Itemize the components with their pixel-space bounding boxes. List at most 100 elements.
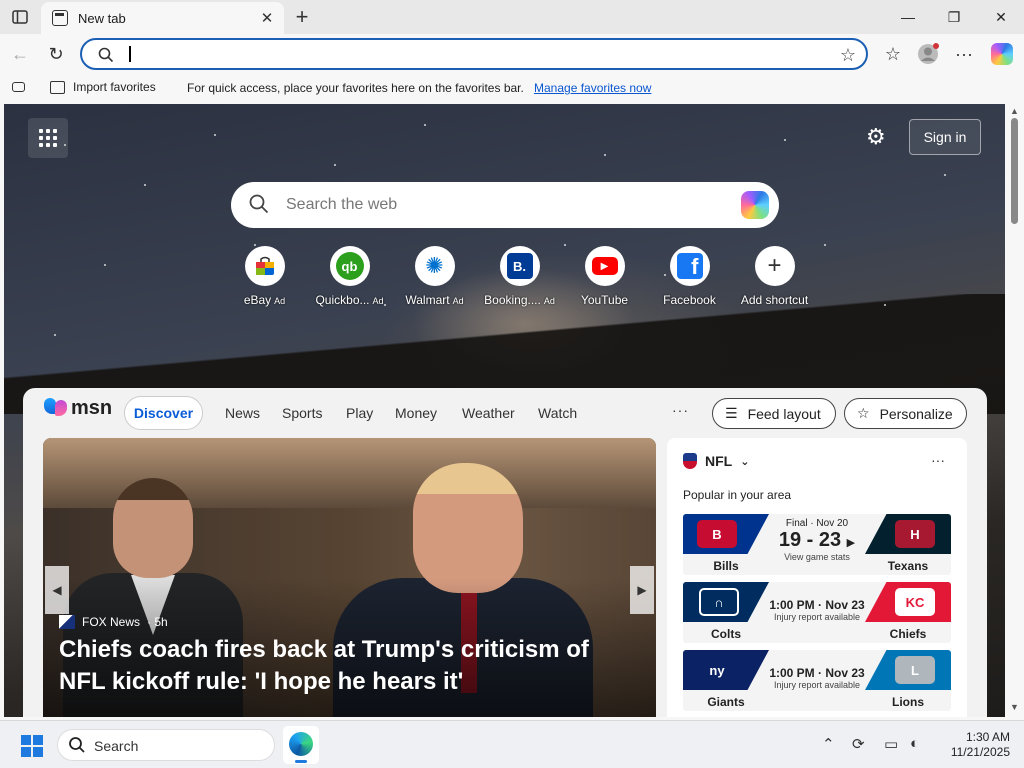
more-tabs-button[interactable]: ··· xyxy=(672,402,689,418)
carousel-prev-button[interactable]: ◀ xyxy=(45,566,69,614)
team-name: Giants xyxy=(707,695,745,709)
msn-logo[interactable]: msn xyxy=(44,397,112,420)
nfl-selector[interactable]: NFL ⌄ xyxy=(683,453,749,469)
carousel-next-button[interactable]: ▶ xyxy=(630,566,654,614)
clock-date: 11/21/2025 xyxy=(950,745,1010,759)
restore-button[interactable]: ❐ xyxy=(931,0,977,34)
fox-news-logo-icon xyxy=(59,615,75,629)
tab-money[interactable]: Money xyxy=(395,405,437,421)
newtab-favicon-icon xyxy=(52,10,68,26)
sign-in-button[interactable]: Sign in xyxy=(909,119,981,155)
youtube-icon: ▶ xyxy=(584,246,625,286)
shortcut-label: Booking.... Ad xyxy=(484,293,555,307)
add-favorite-star-icon[interactable]: ☆ xyxy=(840,45,856,66)
sync-icon[interactable]: ⟳ xyxy=(852,735,865,753)
walmart-icon: ✺ xyxy=(414,246,455,286)
search-icon xyxy=(249,194,269,219)
address-bar[interactable]: ☆ xyxy=(80,38,868,70)
search-icon xyxy=(68,736,86,759)
tab-discover[interactable]: Discover xyxy=(124,396,203,430)
web-search-box[interactable]: Search the web xyxy=(231,182,779,228)
tab-weather[interactable]: Weather xyxy=(462,405,515,421)
shortcut-facebook[interactable]: f Facebook xyxy=(647,246,732,307)
tab-close-icon[interactable]: ✕ xyxy=(256,7,278,29)
minimize-button[interactable]: — xyxy=(885,0,931,34)
workspaces-icon[interactable] xyxy=(8,6,32,28)
taskbar-search[interactable]: Search xyxy=(57,729,275,761)
apps-launcher-icon[interactable] xyxy=(28,118,68,158)
favorites-icon[interactable]: ☆ xyxy=(879,40,907,68)
volume-icon[interactable]: ◐ xyxy=(910,735,919,752)
game-info: Final · Nov 20 19 - 23 ▶ View game stats xyxy=(778,518,856,562)
scroll-up-icon[interactable]: ▲ xyxy=(1010,106,1019,116)
msn-feed: msn Discover News Sports Play Money Weat… xyxy=(23,388,987,717)
ebay-icon xyxy=(244,246,285,286)
manage-favorites-link[interactable]: Manage favorites now xyxy=(534,81,651,95)
game-card-colts-chiefs[interactable]: ∩ KC Colts Chiefs 1:00 PM · Nov 23 Injur… xyxy=(683,582,951,643)
team-name: Chiefs xyxy=(889,627,927,641)
copilot-icon[interactable] xyxy=(988,40,1016,68)
favorites-bar: Import favorites For quick access, place… xyxy=(0,74,1024,102)
quickbooks-icon: qb xyxy=(329,246,370,286)
profile-avatar[interactable] xyxy=(914,40,942,68)
bills-logo-icon: B xyxy=(697,520,737,548)
show-hidden-icons-chevron-icon[interactable]: ⌃ xyxy=(822,735,835,753)
back-button[interactable]: ← xyxy=(6,40,34,68)
article-source: FOX News · 5h xyxy=(59,615,168,629)
shortcut-booking[interactable]: B. Booking.... Ad xyxy=(477,246,562,307)
tab-strip: New tab ✕ + — ❐ ✕ xyxy=(0,0,1024,34)
shortcut-label: eBay Ad xyxy=(243,293,286,307)
new-tab-button[interactable]: + xyxy=(290,4,314,29)
colts-logo-icon: ∩ xyxy=(699,588,739,616)
copilot-search-icon[interactable] xyxy=(741,191,769,219)
close-window-button[interactable]: ✕ xyxy=(978,0,1024,34)
import-favorites-label: Import favorites xyxy=(73,80,156,94)
chiefs-logo-icon: KC xyxy=(895,588,935,616)
facebook-icon: f xyxy=(669,246,710,286)
team-name: Bills xyxy=(713,559,739,573)
hero-news-card[interactable]: ◀ ▶ FOX News · 5h Chiefs coach fires bac… xyxy=(43,438,656,717)
add-shortcut-button[interactable]: + Add shortcut xyxy=(732,246,817,307)
scrollbar-thumb[interactable] xyxy=(1011,118,1018,224)
game-info: 1:00 PM · Nov 23 Injury report available xyxy=(769,666,865,690)
tab-play[interactable]: Play xyxy=(346,405,373,421)
sliders-icon: ☰ xyxy=(725,405,738,421)
settings-more-icon[interactable]: ··· xyxy=(950,40,978,68)
taskbar: Search ⌃ ⟳ ▭ ◐ 1:30 AM 11/21/2025 xyxy=(0,720,1024,768)
article-headline[interactable]: Chiefs coach fires back at Trump's criti… xyxy=(59,634,639,698)
network-icon[interactable]: ▭ xyxy=(884,735,898,753)
msn-butterfly-icon xyxy=(44,397,68,420)
windows-start-icon[interactable] xyxy=(21,735,43,757)
personalize-button[interactable]: ☆ Personalize xyxy=(844,398,967,429)
game-card-bills-texans[interactable]: B H Bills Texans Final · Nov 20 19 - 23 … xyxy=(683,514,951,575)
tab-watch[interactable]: Watch xyxy=(538,405,577,421)
tab-news[interactable]: News xyxy=(225,405,260,421)
nfl-subtitle: Popular in your area xyxy=(683,488,792,502)
import-icon xyxy=(50,80,65,94)
page-settings-gear-icon[interactable]: ⚙ xyxy=(866,124,886,150)
tab-title: New tab xyxy=(78,10,126,26)
shortcut-walmart[interactable]: ✺ Walmart Ad xyxy=(392,246,477,307)
shortcut-label: Quickbo... Ad xyxy=(315,293,384,307)
favorites-bar-icon[interactable] xyxy=(12,82,25,92)
nfl-more-options-icon[interactable]: ··· xyxy=(931,452,945,468)
taskbar-edge-app[interactable] xyxy=(283,726,319,764)
browser-window: New tab ✕ + — ❐ ✕ ← ↻ ☆ ☆ ··· Import fav… xyxy=(0,0,1024,720)
game-card-giants-lions[interactable]: ny L Giants Lions 1:00 PM · Nov 23 Injur… xyxy=(683,650,951,711)
shortcut-youtube[interactable]: ▶ YouTube xyxy=(562,246,647,307)
plus-icon: + xyxy=(754,246,795,286)
shortcut-ebay[interactable]: eBay Ad xyxy=(222,246,307,307)
scroll-down-icon[interactable]: ▼ xyxy=(1010,702,1019,712)
import-favorites-button[interactable]: Import favorites xyxy=(50,80,156,94)
tab-sports[interactable]: Sports xyxy=(282,405,322,421)
feed-layout-button[interactable]: ☰ Feed layout xyxy=(712,398,836,429)
text-caret xyxy=(129,46,131,62)
new-tab-page: ⚙ Sign in Search the web eBay Ad qb Quick… xyxy=(4,104,1005,717)
tab-new-tab[interactable]: New tab ✕ xyxy=(41,2,284,34)
system-clock[interactable]: 1:30 AM 11/21/2025 xyxy=(930,730,1010,760)
team-name: Colts xyxy=(711,627,741,641)
refresh-button[interactable]: ↻ xyxy=(42,40,70,68)
shortcut-quickbooks[interactable]: qb Quickbo... Ad xyxy=(307,246,392,307)
page-scrollbar[interactable]: ▲ ▼ xyxy=(1005,104,1024,717)
game-info: 1:00 PM · Nov 23 Injury report available xyxy=(769,598,865,622)
